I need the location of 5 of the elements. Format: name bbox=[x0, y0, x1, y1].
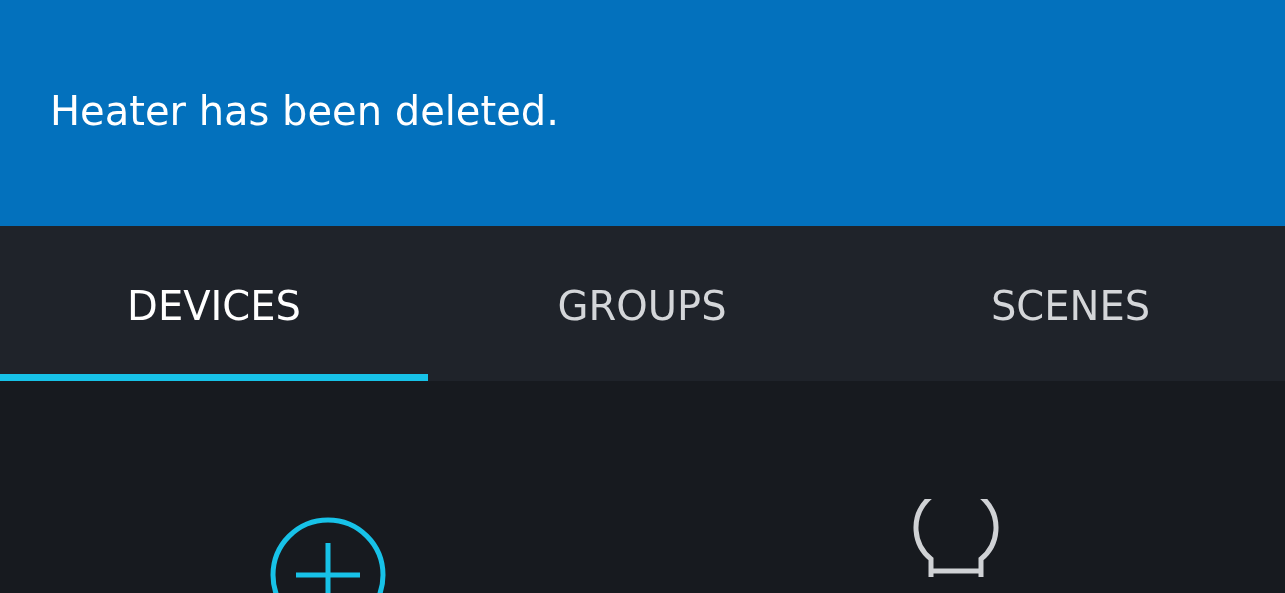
tab[interactable]: GROUPS bbox=[428, 226, 856, 381]
tab[interactable]: SCENES bbox=[856, 226, 1285, 381]
tab[interactable]: DEVICES bbox=[0, 226, 428, 381]
notification-message: Heater has been deleted. bbox=[50, 88, 559, 134]
bulb-icon[interactable] bbox=[910, 499, 1001, 579]
